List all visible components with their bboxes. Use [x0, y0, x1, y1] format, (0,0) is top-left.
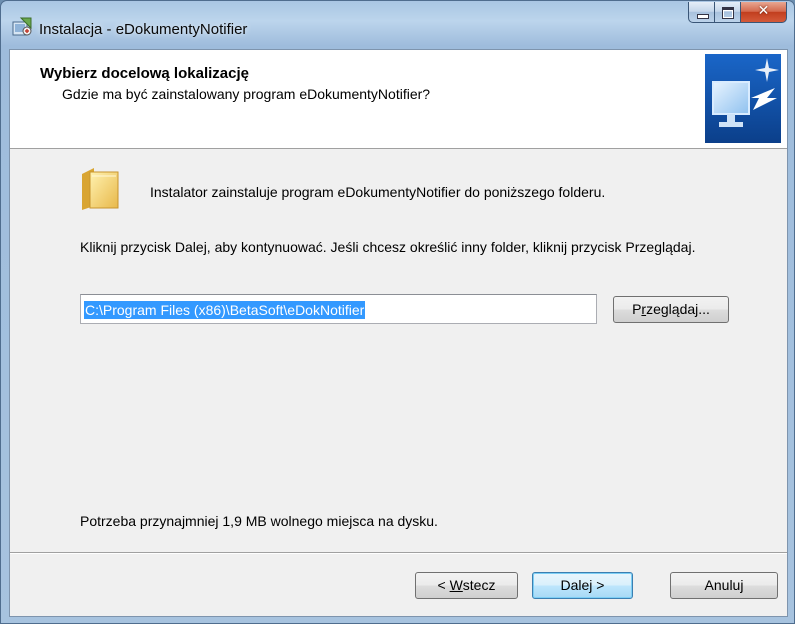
back-button[interactable]: < Wstecz — [415, 572, 518, 599]
page-subtitle: Gdzie ma być zainstalowany program eDoku… — [62, 86, 431, 102]
caption-buttons: ✕ — [688, 2, 787, 24]
cancel-button[interactable]: Anuluj — [670, 572, 778, 599]
back-label-post: stecz — [462, 577, 496, 593]
intro-text: Instalator zainstaluje program eDokument… — [150, 184, 606, 200]
back-label-pre: < — [437, 577, 450, 593]
footer-separator — [10, 552, 787, 554]
minimize-icon — [697, 14, 709, 19]
maximize-icon — [722, 7, 734, 19]
installer-window: Instalacja - eDokumentyNotifier ✕ Wybier… — [0, 0, 795, 624]
close-button[interactable]: ✕ — [741, 2, 787, 23]
computer-arrow-icon — [705, 54, 781, 143]
next-button[interactable]: Dalej > — [532, 572, 633, 599]
title-bar[interactable]: Instalacja - eDokumentyNotifier ✕ — [1, 1, 794, 49]
back-label-accel: W — [449, 577, 463, 593]
close-icon: ✕ — [757, 3, 770, 19]
page-title: Wybierz docelową lokalizację — [40, 65, 249, 82]
folder-icon — [82, 168, 119, 210]
install-path-input[interactable]: C:\Program Files (x86)\BetaSoft\eDokNoti… — [80, 294, 597, 324]
disk-space-text: Potrzeba przynajmniej 1,9 MB wolnego mie… — [80, 513, 438, 529]
minimize-button[interactable] — [688, 2, 715, 23]
instruction-text: Kliknij przycisk Dalej, aby kontynuować.… — [80, 239, 696, 255]
browse-button[interactable]: Przeglądaj... — [613, 296, 729, 323]
window-title: Instalacja - eDokumentyNotifier — [39, 21, 248, 38]
maximize-button[interactable] — [715, 2, 741, 23]
browse-label-post: zeglądaj... — [646, 301, 710, 317]
installer-icon — [12, 17, 32, 36]
wizard-page: Wybierz docelową lokalizację Gdzie ma by… — [9, 49, 788, 617]
wizard-header: Wybierz docelową lokalizację Gdzie ma by… — [10, 50, 787, 149]
install-path-value: C:\Program Files (x86)\BetaSoft\eDokNoti… — [84, 301, 366, 319]
